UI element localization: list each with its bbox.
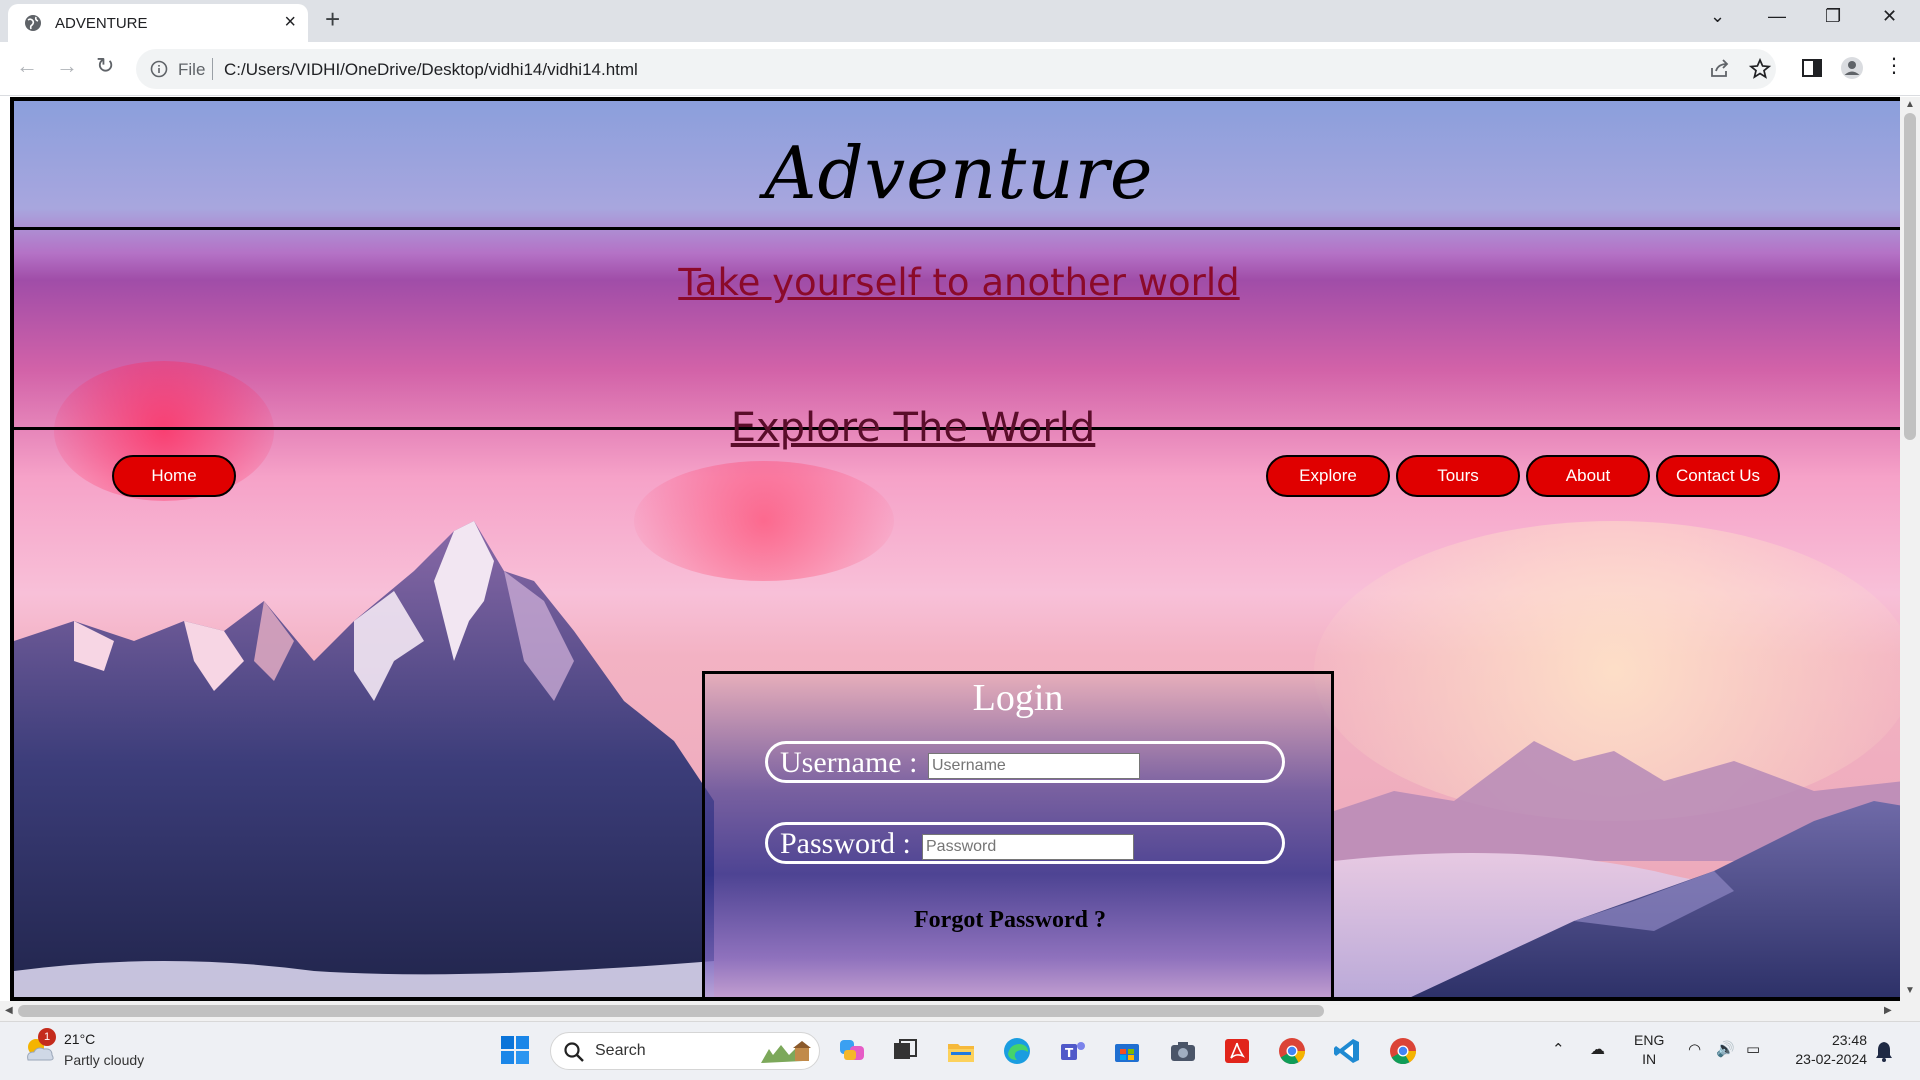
forgot-password-text: Forgot Password ? <box>914 907 1106 933</box>
login-title: Login <box>972 677 1064 719</box>
chrome-active-icon[interactable] <box>1388 1036 1418 1066</box>
show-hidden-icons-chevron-icon[interactable]: ⌃ <box>1552 1040 1565 1058</box>
username-input[interactable] <box>928 753 1140 779</box>
onedrive-cloud-icon[interactable]: ☁ <box>1590 1040 1605 1058</box>
close-window-button[interactable]: ✕ <box>1882 6 1897 27</box>
scroll-up-arrow-icon[interactable]: ▲ <box>1905 99 1915 110</box>
browser-toolbar: ← → ↻ File C:/Users/VIDHI/OneDrive/Deskt… <box>0 42 1920 96</box>
menu-kebab-icon[interactable]: ⋮ <box>1884 53 1904 78</box>
svg-text:T: T <box>1065 1046 1074 1060</box>
clock-time: 23:48 <box>1831 1032 1867 1048</box>
site-logo: Adventure <box>764 131 1154 215</box>
minimize-button[interactable]: — <box>1768 6 1786 27</box>
search-label: Search <box>595 1042 646 1059</box>
weather-condition[interactable]: Partly cloudy <box>64 1052 144 1068</box>
divider <box>212 58 213 80</box>
password-label: Password : <box>780 827 911 860</box>
horizontal-scroll-thumb[interactable] <box>18 1005 1324 1017</box>
search-highlight-icon <box>761 1041 811 1063</box>
taskbar-search-box[interactable]: Search <box>550 1032 820 1070</box>
microsoft-store-icon[interactable] <box>1112 1036 1142 1066</box>
windows-start-icon[interactable] <box>500 1035 530 1065</box>
region-code: IN <box>1642 1051 1657 1067</box>
file-explorer-icon[interactable] <box>946 1036 976 1066</box>
password-input[interactable] <box>922 834 1134 860</box>
username-field: Username : <box>765 741 1285 783</box>
reload-icon[interactable]: ↻ <box>96 53 114 79</box>
volume-icon[interactable]: 🔊 <box>1716 1040 1735 1058</box>
back-arrow-icon[interactable]: ← <box>16 53 38 79</box>
info-icon[interactable] <box>150 60 168 78</box>
scroll-down-arrow-icon[interactable]: ▼ <box>1905 985 1915 996</box>
vertical-scrollbar[interactable]: ▲ ▼ <box>1900 97 1920 1001</box>
close-tab-icon[interactable]: × <box>284 11 296 34</box>
camera-icon[interactable] <box>1168 1036 1198 1066</box>
header-divider <box>14 227 1900 230</box>
taskbar: 1 21°C Partly cloudy Search T ⌃ ☁ ENG IN… <box>0 1021 1920 1080</box>
notification-bell-icon[interactable] <box>1874 1040 1894 1062</box>
username-label: Username : <box>780 746 918 779</box>
scheme-label: File <box>178 60 206 79</box>
system-clock[interactable]: 23:48 23-02-2024 <box>1785 1031 1867 1069</box>
bookmark-star-icon[interactable] <box>1748 57 1772 81</box>
vertical-scroll-thumb[interactable] <box>1904 113 1916 440</box>
password-field: Password : <box>765 822 1285 864</box>
copilot-icon[interactable] <box>838 1036 868 1066</box>
forward-arrow-icon[interactable]: → <box>56 53 78 79</box>
scroll-right-arrow-icon[interactable]: ▶ <box>1884 1005 1892 1016</box>
tab-search-chevron-icon[interactable]: ⌄ <box>1710 6 1725 27</box>
side-panel-icon[interactable] <box>1800 56 1824 80</box>
nav-home-button[interactable]: Home <box>112 455 236 497</box>
tab-adventure[interactable]: ADVENTURE × <box>8 4 308 42</box>
wifi-icon[interactable]: ◠ <box>1688 1040 1701 1058</box>
task-view-icon[interactable] <box>890 1036 920 1066</box>
explore-title-text: Explore The World <box>730 405 1096 451</box>
tagline-link[interactable]: Take yourself to another world <box>14 261 1900 304</box>
acrobat-icon[interactable] <box>1222 1036 1252 1066</box>
nav-explore-button[interactable]: Explore <box>1266 455 1390 497</box>
weather-temperature[interactable]: 21°C <box>64 1031 95 1047</box>
address-bar[interactable]: File C:/Users/VIDHI/OneDrive/Desktop/vid… <box>136 49 1776 89</box>
new-tab-button[interactable]: + <box>325 4 340 35</box>
tab-title: ADVENTURE <box>55 15 148 32</box>
language-indicator[interactable]: ENG IN <box>1634 1031 1664 1069</box>
search-icon <box>564 1042 584 1062</box>
login-form: Login Username : Password : Forgot Passw… <box>702 671 1334 997</box>
page-viewport: Adventure Take yourself to another world… <box>0 97 1920 1021</box>
profile-avatar-icon[interactable] <box>1840 56 1864 80</box>
explore-title-link[interactable]: Explore The World <box>14 405 1900 451</box>
forgot-password-link[interactable]: Forgot Password ? <box>705 907 1331 934</box>
clock-date: 23-02-2024 <box>1795 1051 1867 1067</box>
scroll-left-arrow-icon[interactable]: ◀ <box>5 1005 13 1016</box>
horizontal-scrollbar[interactable]: ◀ ▶ <box>0 1001 1920 1021</box>
share-icon[interactable] <box>1708 57 1732 81</box>
language-code: ENG <box>1634 1032 1665 1048</box>
battery-icon[interactable]: ▭ <box>1746 1040 1760 1058</box>
weather-notification-badge: 1 <box>38 1028 56 1046</box>
nav-contact-button[interactable]: Contact Us <box>1656 455 1780 497</box>
chrome-icon[interactable] <box>1277 1036 1307 1066</box>
tab-strip: ADVENTURE × + ⌄ — ❐ ✕ <box>0 0 1920 42</box>
globe-icon <box>25 15 41 31</box>
url-text[interactable]: C:/Users/VIDHI/OneDrive/Desktop/vidhi14/… <box>224 60 638 80</box>
nav-tours-button[interactable]: Tours <box>1396 455 1520 497</box>
adventure-page: Adventure Take yourself to another world… <box>10 97 1900 1001</box>
restore-button[interactable]: ❐ <box>1825 6 1841 27</box>
nav-about-button[interactable]: About <box>1526 455 1650 497</box>
vscode-icon[interactable] <box>1332 1036 1362 1066</box>
edge-browser-icon[interactable] <box>1002 1036 1032 1066</box>
teams-icon[interactable]: T <box>1058 1036 1088 1066</box>
